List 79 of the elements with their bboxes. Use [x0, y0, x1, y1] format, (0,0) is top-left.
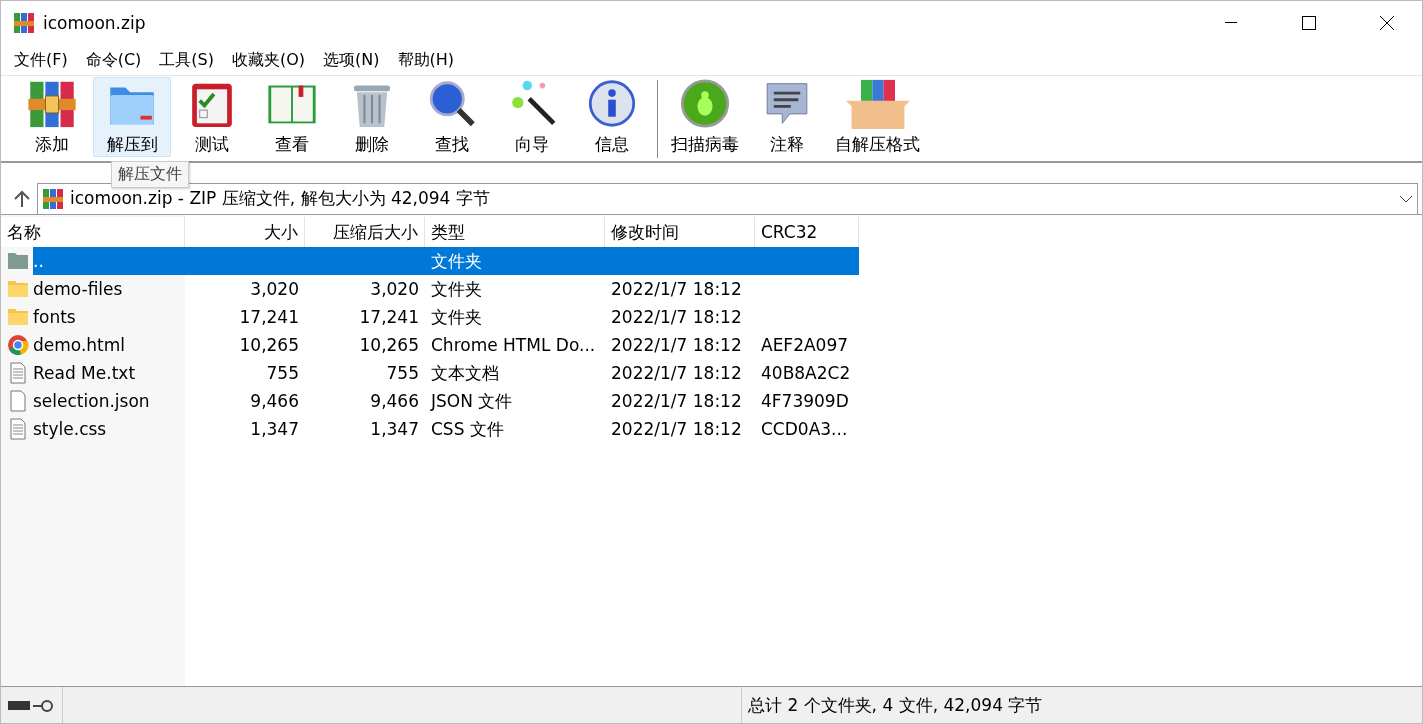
toolbar-button[interactable]: 删除 [333, 77, 411, 157]
table-cell-text: 755 [265, 362, 300, 385]
table-cell-text: 755 [385, 362, 420, 385]
table-cell-text: 文件夹 [430, 305, 483, 329]
toolbar-button[interactable]: 注释 [748, 77, 826, 157]
table-cell-text: 文件夹 [430, 249, 483, 273]
toolbar-button[interactable]: 测试 [173, 77, 251, 157]
toolbar-button[interactable]: 信息 [573, 77, 651, 157]
window-title: icomoon.zip [43, 13, 147, 33]
table-cell-text: 3,020 [369, 278, 420, 301]
toolbar-button[interactable]: 解压到 [93, 77, 171, 157]
menu-item[interactable]: 收藏夹(O) [223, 46, 315, 74]
menu-item[interactable]: 命令(C) [76, 46, 151, 74]
table-cell-text: 文本文档 [430, 361, 500, 385]
address-field[interactable]: icomoon.zip - ZIP 压缩文件, 解包大小为 42,094 字节 [37, 182, 1418, 215]
table-cell-text: 2022/1/7 18:12 [610, 418, 743, 441]
status-text: 总计 2 个文件夹, 4 文件, 42,094 字节 [747, 693, 1043, 717]
table-cell-text: 10,265 [358, 334, 420, 357]
folder-icon [7, 250, 29, 272]
toolbar-button[interactable]: 查看 [253, 77, 331, 157]
table-cell-text: 40B8A2C2 [760, 362, 852, 385]
tooltip: 解压文件 [111, 161, 189, 188]
table-cell-text: CCD0A3... [760, 418, 849, 441]
archive-books-icon [13, 12, 35, 34]
table-cell-text: 17,241 [358, 306, 420, 329]
minimize-icon [1225, 22, 1237, 24]
menu-item[interactable]: 选项(N) [314, 46, 389, 74]
table-cell-text: 10,265 [238, 334, 300, 357]
menu-item[interactable]: 文件(F) [5, 46, 77, 74]
toolbar-button[interactable]: 添加 [13, 77, 91, 157]
table-cell-text: JSON 文件 [429, 389, 514, 413]
table-cell-text: CSS 文件 [430, 417, 505, 441]
table-cell-text: 2022/1/7 18:12 [610, 390, 743, 413]
table-cell-text: 2022/1/7 18:12 [610, 362, 743, 385]
table-cell-text: 4F73909D [760, 390, 850, 413]
table-cell-text: 9,466 [249, 390, 300, 413]
archive-books-icon [42, 187, 64, 210]
file-name: selection.json [33, 390, 151, 413]
file-name: demo.html [33, 334, 127, 357]
menu-item[interactable]: 帮助(H) [388, 46, 464, 74]
up-arrow-icon[interactable] [13, 189, 31, 208]
text-file-icon [7, 362, 29, 384]
chevron-down-icon [1399, 194, 1413, 203]
file-name: style.css [33, 418, 108, 441]
file-name: .. [33, 250, 45, 273]
toolbar-button[interactable]: 查找 [413, 77, 491, 157]
file-row[interactable]: style.css 1,347 1,347 CSS 文件 2022/1/7 18:12 CCD0A3... [33, 415, 859, 443]
table-cell-text: 2022/1/7 18:12 [610, 278, 743, 301]
table-cell-text: 9,466 [369, 390, 420, 413]
menu-item[interactable]: 工具(S) [150, 46, 223, 74]
file-name: fonts [33, 306, 77, 329]
file-row[interactable]: demo.html 10,265 10,265 Chrome HTML Do... 2022/1/7 18:12 AEF2A097 [33, 331, 859, 359]
file-row[interactable]: fonts 17,241 17,241 文件夹 2022/1/7 18:12 [33, 303, 859, 331]
table-cell-text: 17,241 [238, 306, 300, 329]
file-name: Read Me.txt [33, 362, 137, 385]
table-cell-text: 3,020 [249, 278, 300, 301]
file-row[interactable]: selection.json 9,466 9,466 JSON 文件 2022/1/7 18:12 4F73909D [33, 387, 859, 415]
toolbar-button[interactable]: 向导 [493, 77, 571, 157]
file-row[interactable]: .. 文件夹 [33, 247, 859, 275]
text-file-icon [7, 418, 29, 440]
file-row[interactable]: demo-files 3,020 3,020 文件夹 2022/1/7 18:12 [33, 275, 859, 303]
bug-icon [678, 78, 732, 129]
file-icon [7, 390, 29, 412]
folder-icon [7, 278, 29, 300]
file-row[interactable]: Read Me.txt 755 755 文本文档 2022/1/7 18:12 40B8A2C2 [33, 359, 859, 387]
table-cell-text: AEF2A097 [760, 334, 850, 357]
maximize-icon [1302, 16, 1316, 30]
table-cell-text: 2022/1/7 18:12 [610, 306, 743, 329]
toolbar-button[interactable]: 自解压格式 [828, 77, 927, 157]
close-icon [1380, 16, 1394, 30]
table-cell-text: 2022/1/7 18:12 [610, 334, 743, 357]
table-cell-text: 1,347 [369, 418, 420, 441]
folder-icon [7, 306, 29, 328]
file-name: demo-files [33, 278, 124, 301]
table-cell-text: 1,347 [249, 418, 300, 441]
table-cell-text: 文件夹 [430, 277, 483, 301]
toolbar-button[interactable]: 扫描病毒 [664, 77, 746, 157]
table-cell-text: Chrome HTML Do... [430, 334, 597, 357]
browser-icon [7, 334, 29, 356]
